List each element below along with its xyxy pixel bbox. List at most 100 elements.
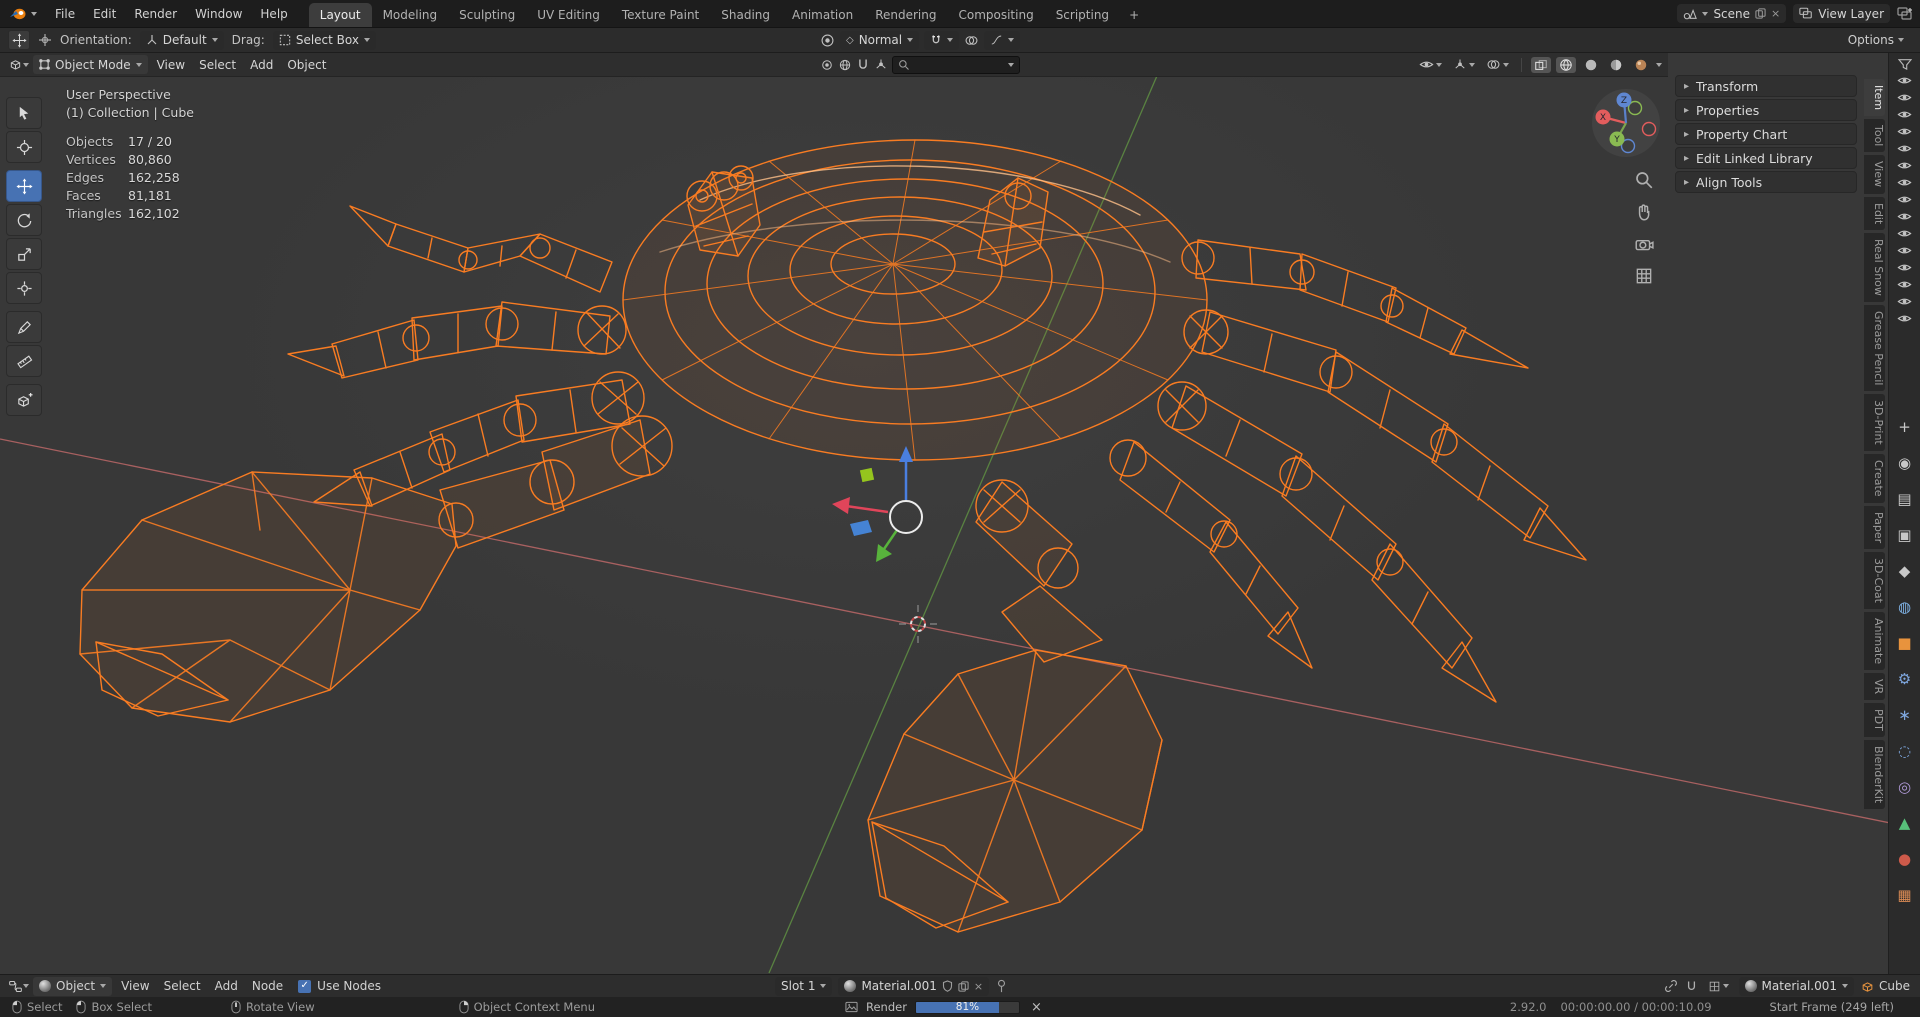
navigation-gizmo[interactable]: X Y Z <box>1590 87 1662 159</box>
eye-icon[interactable] <box>1897 211 1912 222</box>
object-visibility-dropdown[interactable] <box>1416 58 1445 71</box>
sidebar-tab[interactable]: Create <box>1864 453 1885 503</box>
move-gizmo[interactable] <box>832 446 923 562</box>
new-view-layer-icon[interactable] <box>1897 6 1913 21</box>
crab-wireframe-object[interactable] <box>79 139 1587 933</box>
properties-tab[interactable]: ◌ <box>1898 744 1911 759</box>
editor-type-button[interactable] <box>6 56 31 73</box>
blender-menu-button[interactable] <box>0 0 46 27</box>
add-workspace-button[interactable]: + <box>1120 3 1148 27</box>
options-dropdown[interactable]: Options <box>1848 33 1912 47</box>
properties-tab[interactable]: ■ <box>1897 636 1911 651</box>
cursor-tool[interactable] <box>6 131 42 163</box>
shader-type-dropdown[interactable]: Object <box>33 976 113 996</box>
gizmo-free-move-ring[interactable] <box>889 500 923 534</box>
cursor-snap-icon[interactable] <box>38 33 52 47</box>
rotate-tool[interactable] <box>6 204 42 236</box>
drag-dropdown[interactable]: Select Box <box>272 30 376 50</box>
properties-tab[interactable]: + <box>1898 420 1911 435</box>
shader-menu-item[interactable]: Node <box>245 975 290 997</box>
workspace-tab[interactable]: Modeling <box>372 3 449 27</box>
eye-icon[interactable] <box>1897 126 1912 137</box>
eye-icon[interactable] <box>1897 245 1912 256</box>
workspace-tab[interactable]: Animation <box>781 3 864 27</box>
gizmos-dropdown[interactable] <box>1450 57 1478 73</box>
properties-tab[interactable]: ▣ <box>1897 528 1911 543</box>
snap-magnet-icon[interactable] <box>856 58 870 72</box>
sidebar-panel-header[interactable]: ▸ Transform <box>1675 75 1857 97</box>
material-name-field[interactable]: Material.001 × <box>838 976 990 996</box>
workspace-tab[interactable]: Shading <box>710 3 781 27</box>
shader-menu-item[interactable]: Add <box>208 975 245 997</box>
add-cube-tool[interactable] <box>6 384 42 416</box>
sidebar-tab[interactable]: Animate <box>1864 611 1885 670</box>
shader-menu-item[interactable]: View <box>114 975 156 997</box>
pin-icon[interactable] <box>995 979 1008 993</box>
eye-icon[interactable] <box>1897 228 1912 239</box>
use-nodes-toggle[interactable]: ✓ Use Nodes <box>298 979 381 993</box>
scale-tool[interactable] <box>6 238 42 270</box>
sidebar-tab[interactable]: PDT <box>1864 702 1885 737</box>
properties-tab[interactable]: ◉ <box>1898 456 1911 471</box>
properties-tab[interactable]: ◆ <box>1899 564 1911 579</box>
eye-icon[interactable] <box>1897 75 1912 86</box>
gizmo-plane-handle[interactable] <box>850 520 872 536</box>
slot-dropdown[interactable]: Slot 1 <box>775 976 833 996</box>
viewport-menu-item[interactable]: Object <box>280 53 333 76</box>
transform-pivot-icon[interactable] <box>820 58 834 72</box>
gizmos-toggle-icon[interactable] <box>874 58 888 72</box>
sidebar-panel-header[interactable]: ▸ Align Tools <box>1675 171 1857 193</box>
annotate-tool[interactable] <box>6 311 42 343</box>
workspace-tab[interactable]: UV Editing <box>526 3 611 27</box>
properties-tab[interactable]: ▲ <box>1899 816 1911 831</box>
workspace-tab[interactable]: Texture Paint <box>611 3 710 27</box>
select-tweak-tool[interactable] <box>6 97 42 129</box>
shading-solid-button[interactable] <box>1581 57 1601 73</box>
properties-tab[interactable]: ⚙ <box>1898 672 1911 687</box>
proportional-editing-icon[interactable] <box>820 33 835 48</box>
measure-tool[interactable] <box>6 345 42 377</box>
shading-material-button[interactable] <box>1606 57 1626 73</box>
fake-user-shield-icon[interactable] <box>942 980 953 992</box>
falloff-dropdown[interactable] <box>984 30 1021 50</box>
axis-negative-x-handle[interactable] <box>1641 121 1657 137</box>
sidebar-tab[interactable]: 3D-Print <box>1864 394 1885 451</box>
zoom-button[interactable] <box>1632 169 1656 191</box>
eye-icon[interactable] <box>1897 194 1912 205</box>
eye-icon[interactable] <box>1897 143 1912 154</box>
view-layer-selector[interactable]: View Layer <box>1793 4 1890 23</box>
new-scene-icon[interactable] <box>1755 8 1766 19</box>
cancel-render-button[interactable]: × <box>1028 1000 1045 1015</box>
viewport-search-field[interactable] <box>892 55 1020 74</box>
overlays-dropdown[interactable] <box>1483 57 1512 72</box>
shader-menu-item[interactable]: Select <box>157 975 208 997</box>
sidebar-tab[interactable]: Real Snow <box>1864 232 1885 302</box>
eye-icon[interactable] <box>1897 279 1912 290</box>
scene-selector[interactable]: Scene × <box>1677 4 1787 23</box>
xray-toggle[interactable] <box>1531 56 1551 73</box>
workspace-tab[interactable]: Scripting <box>1045 3 1120 27</box>
workspace-tab[interactable]: Compositing <box>947 3 1044 27</box>
properties-tab[interactable]: ∗ <box>1898 708 1911 723</box>
overlay-dropdown[interactable] <box>1705 979 1732 994</box>
unlink-scene-button[interactable]: × <box>1771 8 1780 19</box>
sidebar-tab[interactable]: Tool <box>1864 119 1885 153</box>
mode-dropdown[interactable]: Object Mode <box>33 55 148 74</box>
sidebar-tab[interactable]: Grease Pencil <box>1864 304 1885 392</box>
perspective-toggle-button[interactable] <box>1632 265 1656 287</box>
link-icon[interactable] <box>1664 979 1678 993</box>
properties-tab[interactable]: ▤ <box>1897 492 1911 507</box>
properties-tab[interactable]: ◎ <box>1898 780 1911 795</box>
pan-button[interactable] <box>1632 201 1656 223</box>
eye-icon[interactable] <box>1897 262 1912 273</box>
sidebar-tab[interactable]: BlenderKit <box>1864 739 1885 809</box>
material-selector[interactable]: Material.001 <box>1738 976 1855 996</box>
sidebar-panel-header[interactable]: ▸ Property Chart <box>1675 123 1857 145</box>
viewport-3d[interactable]: Object Mode View Select Add Object User … <box>0 53 1920 974</box>
orientation-dropdown[interactable]: Default <box>139 30 224 50</box>
workspace-tab[interactable]: Rendering <box>864 3 947 27</box>
shading-rendered-button[interactable] <box>1631 57 1651 73</box>
menu-item[interactable]: Edit <box>84 0 125 27</box>
gizmo-plane-handle[interactable] <box>859 467 875 483</box>
eye-icon[interactable] <box>1897 109 1912 120</box>
